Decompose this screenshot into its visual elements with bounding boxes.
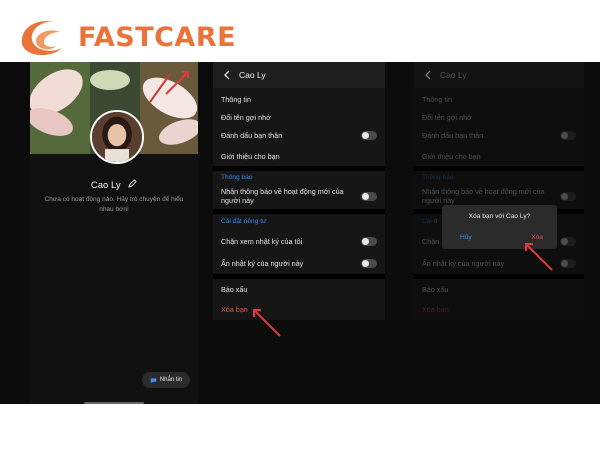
- report-item[interactable]: Báo xấu: [213, 280, 385, 298]
- notify-activity-label: Nhận thông báo về hoạt động mới của ngườ…: [221, 187, 344, 205]
- block-diary-item: Chặn xem nhật ký của tôi: [213, 232, 385, 250]
- hide-diary-toggle[interactable]: [361, 258, 377, 268]
- notify-section-header: Thông báo: [221, 174, 253, 181]
- best-friend-item: Đánh dấu bạn thân: [213, 126, 385, 144]
- best-friend-toggle[interactable]: [361, 130, 377, 140]
- modal-overlay[interactable]: [414, 62, 584, 320]
- settings-header: Cao Ly: [213, 62, 385, 88]
- nickname-item[interactable]: Đổi tên gợi nhớ: [213, 108, 385, 126]
- pointer-arrow-icon: [165, 71, 189, 95]
- message-button[interactable]: Nhắn tin: [142, 372, 190, 388]
- edit-pencil-icon[interactable]: [128, 179, 137, 189]
- fastcare-logo: FASTCARE: [16, 14, 236, 62]
- nickname-label: Đổi tên gợi nhớ: [221, 112, 271, 122]
- cancel-button[interactable]: Hủy: [460, 234, 472, 241]
- back-chevron-icon[interactable]: [223, 70, 231, 80]
- hide-diary-label: Ẩn nhật ký của người này: [221, 258, 304, 268]
- divider: [213, 209, 385, 214]
- settings-title: Cao Ly: [239, 70, 266, 80]
- fastcare-swirl-icon: [21, 21, 62, 56]
- profile-avatar[interactable]: [90, 110, 144, 164]
- best-friend-label: Đánh dấu bạn thân: [221, 130, 283, 140]
- introduce-item[interactable]: Giới thiệu cho bạn: [213, 147, 385, 165]
- message-button-label: Nhắn tin: [159, 377, 183, 383]
- profile-screen: Cao Ly Chưa có hoạt động nào. Hãy trò ch…: [30, 62, 198, 404]
- divider: [213, 166, 385, 171]
- unfriend-label: Xóa bạn: [221, 304, 248, 314]
- hide-diary-item: Ẩn nhật ký của người này: [213, 254, 385, 272]
- info-label: Thông tin: [221, 94, 251, 104]
- unfriend-confirm-screen: Cao Ly Thông tin Đổi tên gợi nhớ Đánh dấ…: [414, 62, 584, 320]
- chat-bubble-icon: [150, 377, 157, 383]
- pointer-arrow-icon: [253, 309, 281, 337]
- info-item[interactable]: Thông tin: [213, 90, 385, 108]
- pointer-arrow-icon: [525, 243, 553, 271]
- friend-settings-screen: Cao Ly Thông tin Đổi tên gợi nhớ Đánh dấ…: [213, 62, 385, 320]
- brand-name: FASTCARE: [78, 22, 237, 53]
- dialog-question: Xóa bạn với Cao Ly?: [468, 213, 531, 220]
- profile-name: Cao Ly: [90, 180, 121, 191]
- notify-activity-toggle[interactable]: [361, 191, 377, 201]
- privacy-section-header: Cài đặt riêng tư: [221, 218, 267, 225]
- home-indicator: [84, 402, 144, 404]
- notify-activity-item: Nhận thông báo về hoạt động mới của ngườ…: [213, 184, 385, 208]
- empty-activity-text: Chưa có hoạt động nào. Hãy trò chuyện để…: [44, 196, 184, 213]
- profile-name-row: Cao Ly: [30, 175, 198, 193]
- introduce-label: Giới thiệu cho bạn: [221, 151, 280, 161]
- block-diary-label: Chặn xem nhật ký của tôi: [221, 236, 303, 246]
- unfriend-item[interactable]: Xóa bạn: [213, 300, 385, 318]
- divider: [213, 274, 385, 279]
- block-diary-toggle[interactable]: [361, 236, 377, 246]
- report-label: Báo xấu: [221, 284, 248, 294]
